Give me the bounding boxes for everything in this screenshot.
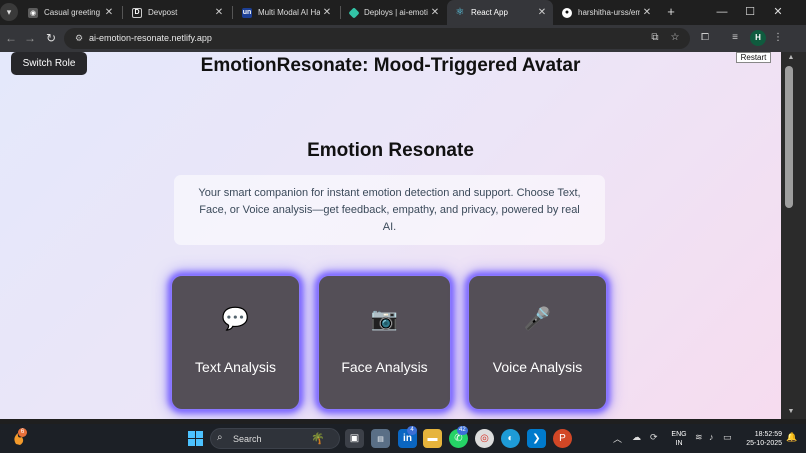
- page-viewport: Switch Role EmotionResonate: Mood-Trigge…: [0, 52, 781, 419]
- minimize-icon[interactable]: —: [708, 0, 736, 25]
- browser-tab-strip: ▾ ◉ Casual greeting exch ✕ D Devpost ✕ u…: [0, 0, 806, 25]
- bookmark-star-icon[interactable]: ☆: [668, 31, 682, 45]
- browser-toolbar: ← → ↻ ⚙ ai-emotion-resonate.netlify.app …: [0, 25, 806, 52]
- voice-analysis-card[interactable]: 🎤 Voice Analysis: [468, 275, 607, 410]
- search-highlight-icon: 🌴: [311, 433, 325, 445]
- face-analysis-card[interactable]: 📷 Face Analysis: [318, 275, 451, 410]
- clock-date: 25-10-2025: [746, 440, 782, 447]
- card-label: Text Analysis: [195, 359, 276, 375]
- extensions-puzzle-icon[interactable]: ⧠: [697, 30, 713, 46]
- netlify-logo-icon: [348, 6, 360, 19]
- linkedin-badge: 4: [407, 426, 417, 435]
- tab-search-icon[interactable]: ▾: [0, 3, 18, 21]
- whatsapp-badge: 42: [457, 426, 468, 435]
- chrome-icon[interactable]: ◎: [475, 429, 494, 448]
- tab-label: harshitha-urss/emot: [578, 8, 640, 17]
- devpost-logo-icon: D: [132, 7, 142, 18]
- back-arrow-icon[interactable]: ←: [2, 29, 20, 47]
- restart-button[interactable]: Restart: [736, 52, 771, 63]
- scroll-down-arrow-icon[interactable]: ▼: [786, 408, 796, 418]
- profile-avatar[interactable]: H: [750, 30, 766, 46]
- region-text: IN: [675, 440, 683, 447]
- site-info-icon[interactable]: ⚙: [72, 31, 86, 45]
- file-explorer-icon[interactable]: ▬: [423, 429, 442, 448]
- tab-multimodal-hack[interactable]: un Multi Modal AI Hack ✕: [234, 0, 338, 25]
- language-indicator[interactable]: ENG IN: [670, 430, 688, 448]
- battery-icon[interactable]: ▭: [723, 432, 732, 443]
- description-card: Your smart companion for instant emotion…: [174, 175, 605, 245]
- page-title: EmotionResonate: Mood-Triggered Avatar: [200, 55, 581, 76]
- tab-label: Deploys | ai-emotio: [364, 8, 428, 17]
- scroll-thumb[interactable]: [785, 66, 793, 208]
- text-analysis-card[interactable]: 💬 Text Analysis: [171, 275, 300, 410]
- unstop-logo-icon: un: [242, 7, 252, 18]
- microphone-icon: 🎤: [523, 306, 552, 331]
- tab-divider: [232, 6, 233, 19]
- close-icon[interactable]: ✕: [640, 7, 654, 18]
- scroll-up-arrow-icon[interactable]: ▲: [786, 54, 796, 64]
- media-queue-icon[interactable]: ≡: [727, 30, 743, 46]
- notification-bell-icon[interactable]: 🔔: [786, 432, 797, 443]
- section-heading: Emotion Resonate: [307, 140, 474, 161]
- description-text: Your smart companion for instant emotion…: [198, 186, 581, 233]
- tab-divider: [122, 6, 123, 19]
- tab-react-app[interactable]: ⚛ React App ✕: [447, 0, 553, 25]
- new-tab-button[interactable]: +: [663, 3, 679, 21]
- maximize-icon[interactable]: ☐: [736, 0, 764, 25]
- page-scrollbar[interactable]: ▲ ▼: [781, 52, 806, 419]
- vscode-icon[interactable]: ❯: [527, 429, 546, 448]
- speech-bubble-icon: 💬: [221, 306, 250, 331]
- github-logo-icon: ●: [562, 7, 572, 18]
- edge-icon[interactable]: ◐: [501, 429, 520, 448]
- close-icon[interactable]: ✕: [428, 7, 442, 18]
- search-icon: ⌕: [217, 432, 223, 443]
- chat-icon: ◉: [28, 7, 38, 18]
- close-icon[interactable]: ✕: [102, 7, 116, 18]
- search-placeholder: Search: [233, 434, 262, 444]
- address-bar[interactable]: ⚙ ai-emotion-resonate.netlify.app ⧉ ☆: [64, 28, 690, 49]
- snipping-app-icon[interactable]: ▤: [371, 429, 390, 448]
- tab-casual-greeting[interactable]: ◉ Casual greeting exch ✕: [20, 0, 120, 25]
- tab-github-repo[interactable]: ● harshitha-urss/emot ✕: [554, 0, 658, 25]
- wifi-icon[interactable]: ≋: [695, 432, 703, 443]
- powerpoint-icon[interactable]: P: [553, 429, 572, 448]
- card-label: Voice Analysis: [492, 359, 583, 375]
- react-logo-icon: ⚛: [455, 7, 465, 18]
- volume-icon[interactable]: ♪: [709, 432, 714, 442]
- url-text: ai-emotion-resonate.netlify.app: [89, 33, 212, 43]
- tab-devpost[interactable]: D Devpost ✕: [124, 0, 230, 25]
- reload-icon[interactable]: ↻: [42, 29, 60, 47]
- tray-cloud-icon[interactable]: ☁: [632, 432, 641, 443]
- close-icon[interactable]: ✕: [212, 7, 226, 18]
- forward-arrow-icon[interactable]: →: [21, 29, 39, 47]
- tab-label: Multi Modal AI Hack: [258, 8, 320, 17]
- tab-deploys[interactable]: Deploys | ai-emotio ✕: [342, 0, 446, 25]
- tray-app-icon[interactable]: ⟳: [650, 432, 658, 443]
- window-close-icon[interactable]: ✕: [764, 0, 792, 25]
- windows-start-icon[interactable]: [186, 429, 205, 448]
- task-view-icon[interactable]: ▣: [345, 429, 364, 448]
- weather-badge: 6: [18, 428, 27, 437]
- close-icon[interactable]: ✕: [320, 7, 334, 18]
- install-app-icon[interactable]: ⧉: [648, 31, 662, 45]
- kebab-menu-icon[interactable]: ⋮: [770, 30, 786, 46]
- tab-divider: [340, 6, 341, 19]
- taskbar-search-input[interactable]: ⌕ Search 🌴: [210, 428, 340, 449]
- tab-label: React App: [471, 8, 508, 17]
- clock-time: 18:52:59: [754, 431, 782, 438]
- camera-icon: 📷: [370, 306, 399, 331]
- tray-overflow-chevron-icon[interactable]: ︿: [613, 432, 622, 445]
- windows-taskbar: 6 ⌕ Search 🌴 ▣ ▤ in 4 ▬ ✆ 42 ◎ ◐ ❯ P ︿ ☁…: [0, 424, 806, 453]
- tab-label: Casual greeting exch: [44, 8, 102, 17]
- tab-label: Devpost: [148, 8, 178, 17]
- card-label: Face Analysis: [341, 359, 428, 375]
- language-text: ENG: [671, 431, 687, 438]
- close-icon[interactable]: ✕: [535, 7, 549, 18]
- taskbar-clock[interactable]: 18:52:59 25-10-2025: [740, 430, 782, 448]
